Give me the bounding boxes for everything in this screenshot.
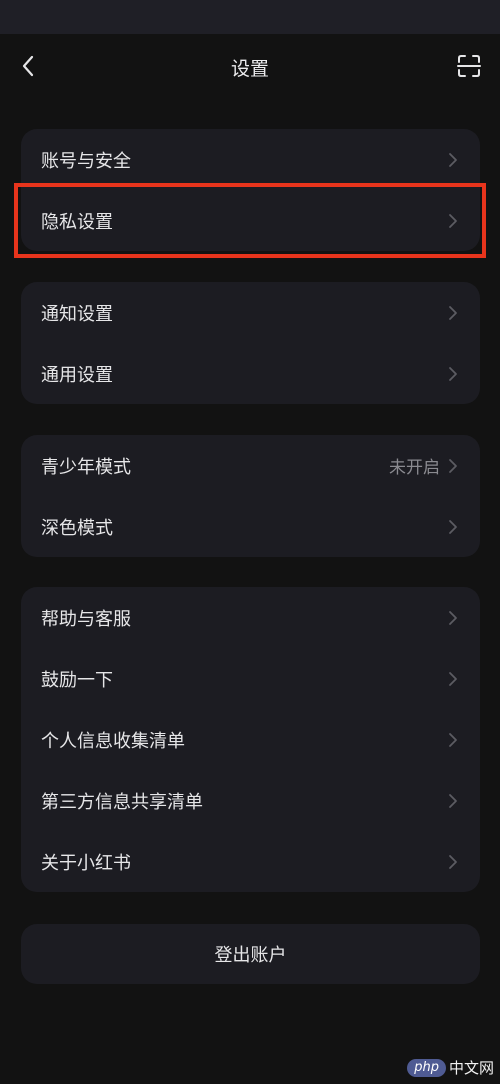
settings-item-label: 深色模式	[41, 517, 113, 539]
watermark: php 中文网	[407, 1057, 494, 1078]
settings-item-privacy[interactable]: 隐私设置	[21, 190, 480, 251]
logout-button[interactable]: 登出账户	[21, 924, 480, 984]
settings-item-label: 青少年模式	[41, 456, 131, 478]
settings-group-general: 通知设置 通用设置	[21, 282, 480, 404]
settings-item-label: 通用设置	[41, 364, 113, 386]
settings-item-label: 第三方信息共享清单	[41, 791, 203, 813]
settings-item-about[interactable]: 关于小红书	[21, 831, 480, 892]
scan-button[interactable]	[454, 51, 484, 81]
page-title: 设置	[230, 58, 269, 80]
nav-bar: 设置	[0, 34, 500, 100]
chevron-right-icon	[448, 610, 458, 626]
chevron-right-icon	[448, 854, 458, 870]
settings-item-label: 个人信息收集清单	[41, 730, 185, 752]
settings-item-teen-mode[interactable]: 青少年模式 未开启	[21, 435, 480, 496]
status-bar	[0, 0, 500, 34]
chevron-right-icon	[448, 732, 458, 748]
settings-item-label: 通知设置	[41, 303, 113, 325]
settings-group-modes: 青少年模式 未开启 深色模式	[21, 435, 480, 557]
settings-item-label: 隐私设置	[41, 211, 113, 233]
chevron-right-icon	[448, 213, 458, 229]
settings-group-account: 账号与安全 隐私设置	[21, 129, 480, 251]
settings-item-encourage[interactable]: 鼓励一下	[21, 648, 480, 709]
chevron-right-icon	[448, 366, 458, 382]
settings-item-general[interactable]: 通用设置	[21, 343, 480, 404]
settings-item-help[interactable]: 帮助与客服	[21, 587, 480, 648]
chevron-right-icon	[448, 519, 458, 535]
settings-group-about: 帮助与客服 鼓励一下 个人信息收集清单 第三方信息共享清单 关于小红书	[21, 587, 480, 892]
settings-item-third-party-list[interactable]: 第三方信息共享清单	[21, 770, 480, 831]
settings-item-notifications[interactable]: 通知设置	[21, 282, 480, 343]
watermark-badge: php	[407, 1058, 446, 1077]
scan-icon	[457, 55, 481, 77]
settings-item-dark-mode[interactable]: 深色模式	[21, 496, 480, 557]
chevron-right-icon	[448, 458, 458, 474]
settings-item-account-security[interactable]: 账号与安全	[21, 129, 480, 190]
settings-item-label: 关于小红书	[41, 852, 131, 874]
chevron-right-icon	[448, 152, 458, 168]
settings-item-label: 帮助与客服	[41, 608, 131, 630]
watermark-text: 中文网	[448, 1059, 494, 1077]
settings-item-label: 账号与安全	[41, 150, 131, 172]
teen-mode-status: 未开启	[389, 458, 440, 478]
chevron-right-icon	[448, 671, 458, 687]
settings-item-personal-info-list[interactable]: 个人信息收集清单	[21, 709, 480, 770]
settings-item-label: 鼓励一下	[41, 669, 113, 691]
chevron-right-icon	[448, 793, 458, 809]
chevron-right-icon	[448, 305, 458, 321]
